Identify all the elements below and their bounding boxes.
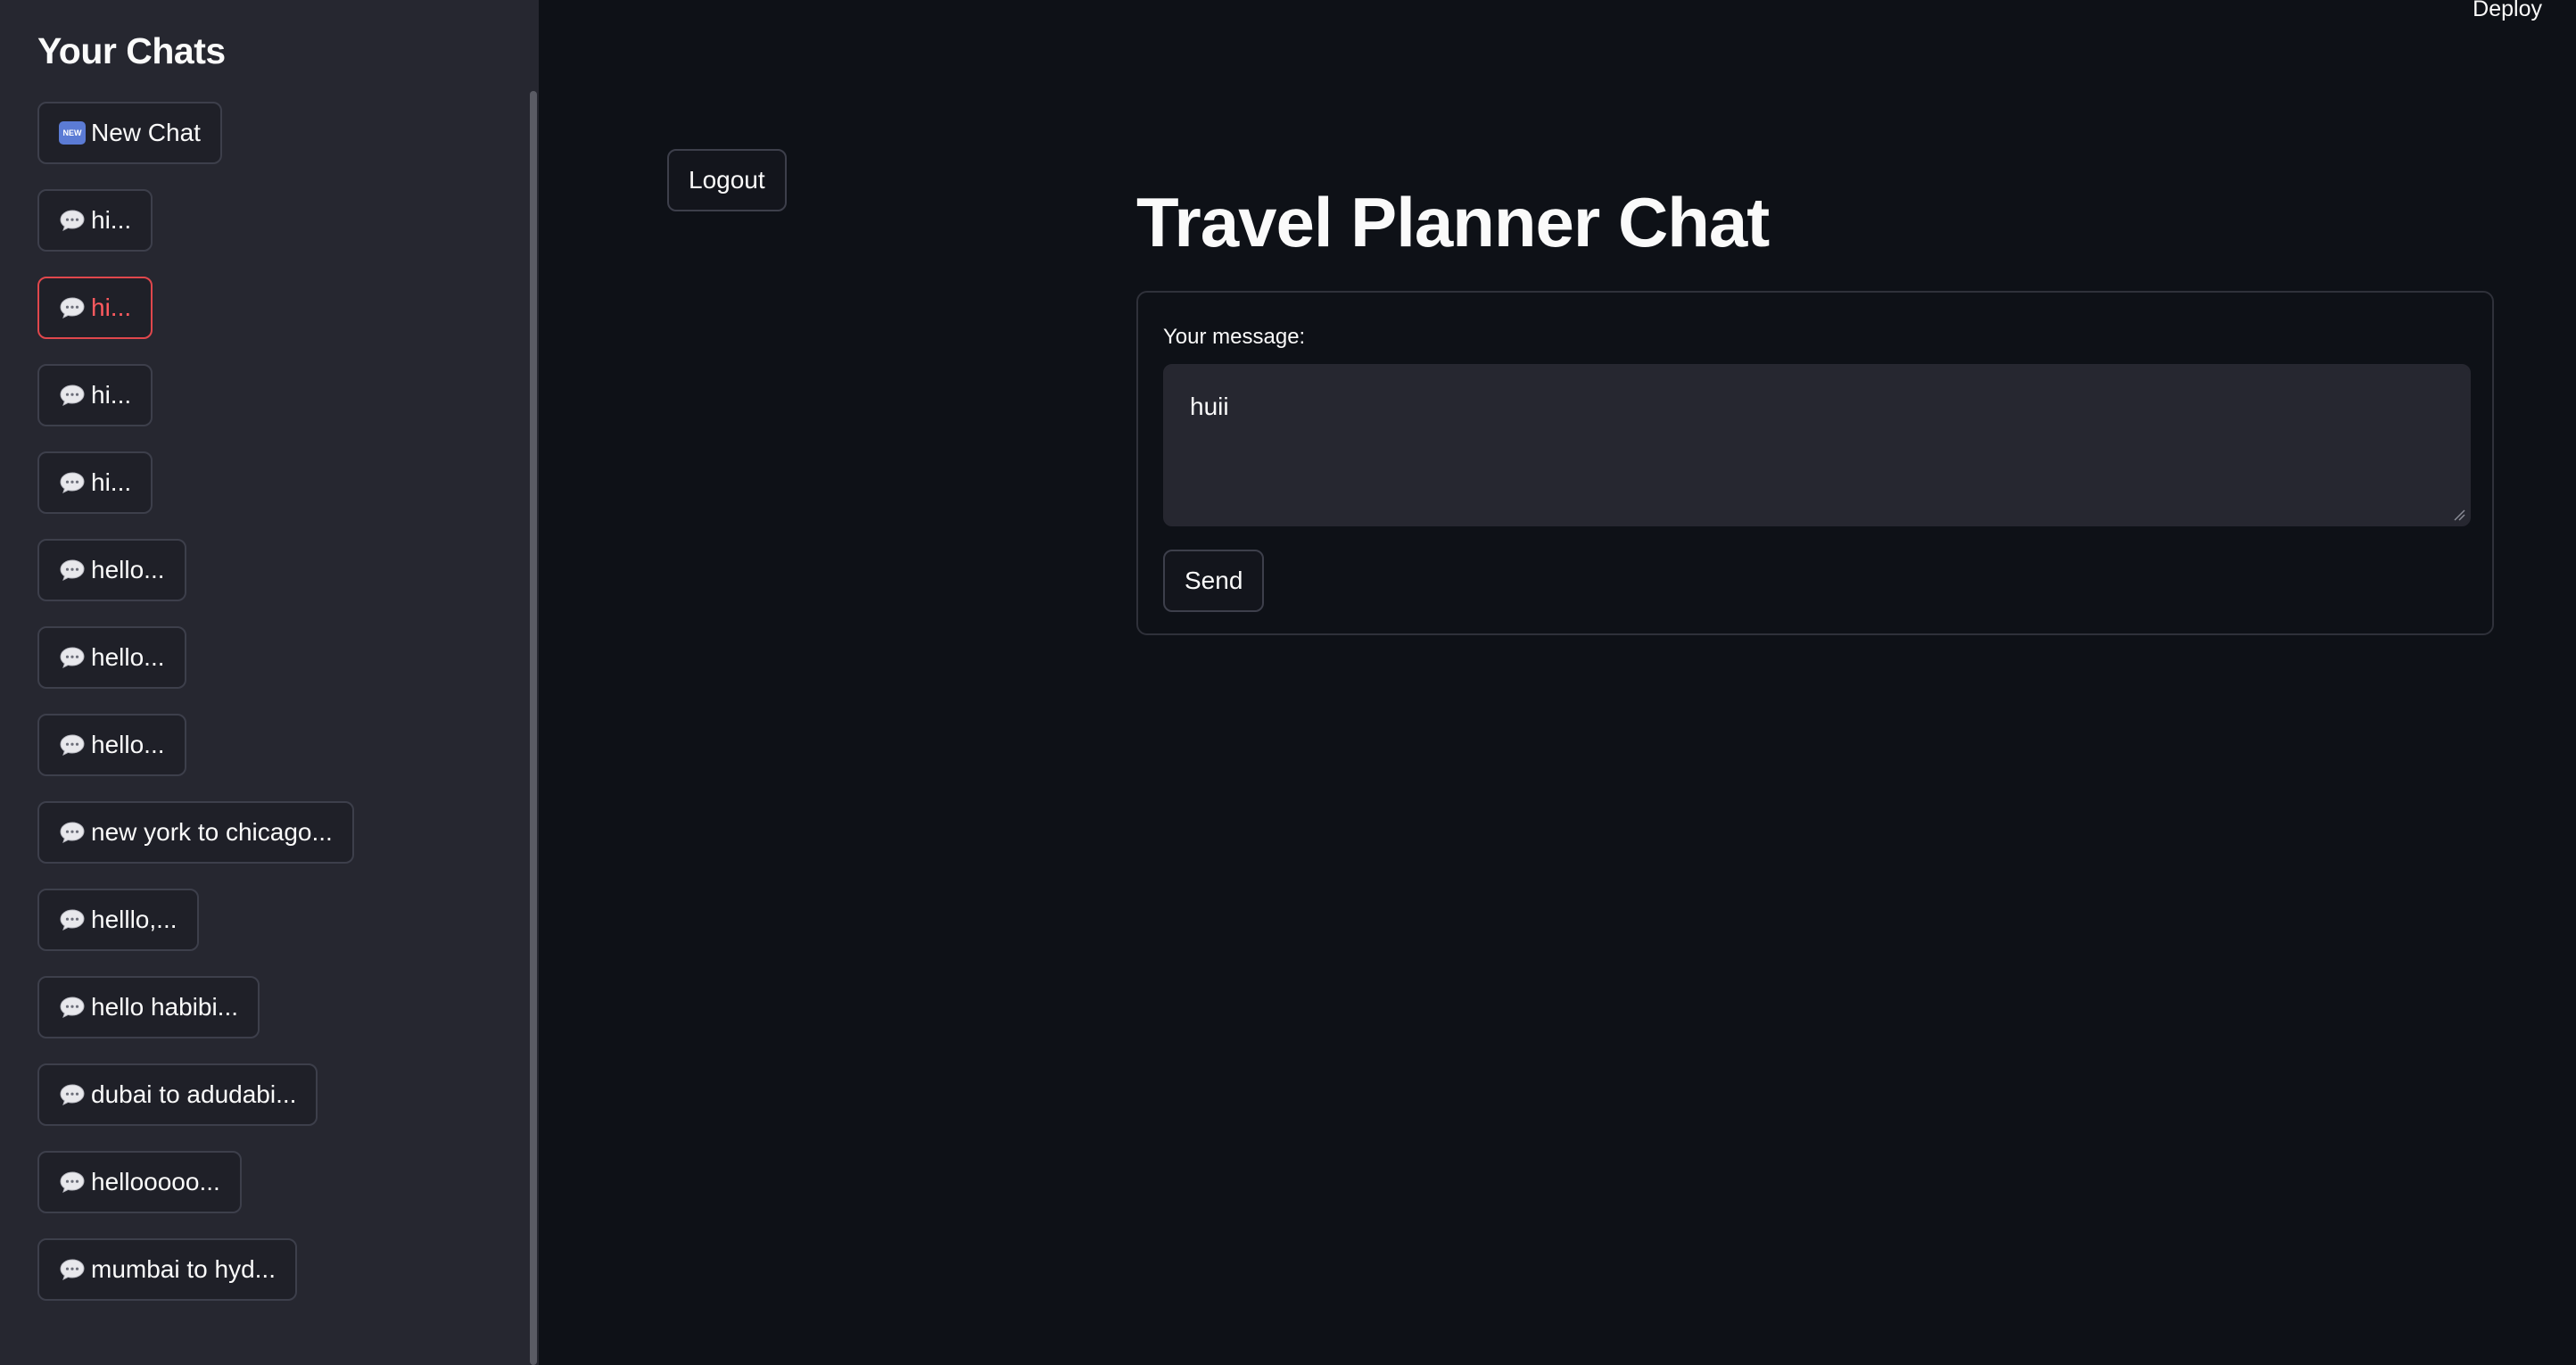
deploy-button[interactable]: Deploy bbox=[2473, 0, 2542, 22]
new-chat-button[interactable]: NEW New Chat bbox=[37, 102, 222, 164]
speech-bubble-icon bbox=[59, 733, 86, 757]
speech-bubble-icon bbox=[59, 471, 86, 494]
chat-history-label: helllo,... bbox=[91, 906, 178, 933]
sidebar-scrollbar[interactable] bbox=[530, 91, 537, 1365]
chat-history-button[interactable]: hello... bbox=[37, 626, 186, 689]
resize-handle-icon[interactable] bbox=[2453, 509, 2465, 521]
send-button[interactable]: Send bbox=[1163, 550, 1265, 612]
speech-bubble-icon bbox=[59, 1171, 86, 1194]
chat-history-label: hello habibi... bbox=[91, 993, 239, 1021]
speech-bubble-icon bbox=[59, 296, 86, 319]
chat-history-button[interactable]: hi... bbox=[37, 189, 153, 252]
speech-bubble-icon bbox=[59, 1083, 86, 1106]
message-value: huii bbox=[1190, 393, 1229, 420]
sidebar: Your Chats NEW New Chat hi... hi... hi... h… bbox=[0, 0, 539, 1365]
chat-history-label: hellooooo... bbox=[91, 1168, 220, 1195]
page-title: Travel Planner Chat bbox=[1136, 183, 1770, 261]
message-label: Your message: bbox=[1163, 325, 1306, 349]
chat-history-label: hi... bbox=[91, 381, 132, 409]
chat-history-button[interactable]: dubai to adudabi... bbox=[37, 1063, 318, 1126]
chat-history-label: hello... bbox=[91, 643, 165, 671]
chat-history-button[interactable]: hi... bbox=[37, 451, 153, 514]
chat-history-label: hi... bbox=[91, 294, 132, 321]
speech-bubble-icon bbox=[59, 908, 86, 931]
new-chat-label: New Chat bbox=[91, 119, 201, 146]
speech-bubble-icon bbox=[59, 821, 86, 844]
chat-history-label: new york to chicago... bbox=[91, 818, 333, 846]
chat-history-label: dubai to adudabi... bbox=[91, 1080, 297, 1108]
speech-bubble-icon bbox=[59, 996, 86, 1019]
chat-history-button[interactable]: hi... bbox=[37, 364, 153, 426]
chat-history-button[interactable]: hellooooo... bbox=[37, 1151, 242, 1213]
chat-history-label: hello... bbox=[91, 556, 165, 583]
sidebar-title: Your Chats bbox=[37, 30, 226, 71]
speech-bubble-icon bbox=[59, 384, 86, 407]
speech-bubble-icon bbox=[59, 1258, 86, 1281]
app-window: Your Chats NEW New Chat hi... hi... hi... h… bbox=[0, 0, 2576, 1365]
message-form: Your message: huii Send bbox=[1136, 291, 2494, 635]
chat-history-label: mumbai to hyd... bbox=[91, 1255, 276, 1283]
speech-bubble-icon bbox=[59, 209, 86, 232]
chat-history-button[interactable]: new york to chicago... bbox=[37, 801, 354, 864]
chat-list: NEW New Chat hi... hi... hi... hi... hello..… bbox=[37, 102, 354, 1326]
message-textarea[interactable]: huii bbox=[1163, 364, 2471, 526]
chat-history-button[interactable]: hi... bbox=[37, 277, 153, 339]
chat-history-label: hello... bbox=[91, 731, 165, 758]
chat-history-button[interactable]: hello habibi... bbox=[37, 976, 260, 1038]
chat-history-button[interactable]: hello... bbox=[37, 539, 186, 601]
chat-history-button[interactable]: helllo,... bbox=[37, 889, 199, 951]
logout-button[interactable]: Logout bbox=[667, 149, 787, 211]
chat-history-button[interactable]: mumbai to hyd... bbox=[37, 1238, 297, 1301]
chat-history-button[interactable]: hello... bbox=[37, 714, 186, 776]
new-icon: NEW bbox=[59, 121, 86, 145]
chat-history-label: hi... bbox=[91, 468, 132, 496]
speech-bubble-icon bbox=[59, 558, 86, 582]
chat-history-label: hi... bbox=[91, 206, 132, 234]
speech-bubble-icon bbox=[59, 646, 86, 669]
